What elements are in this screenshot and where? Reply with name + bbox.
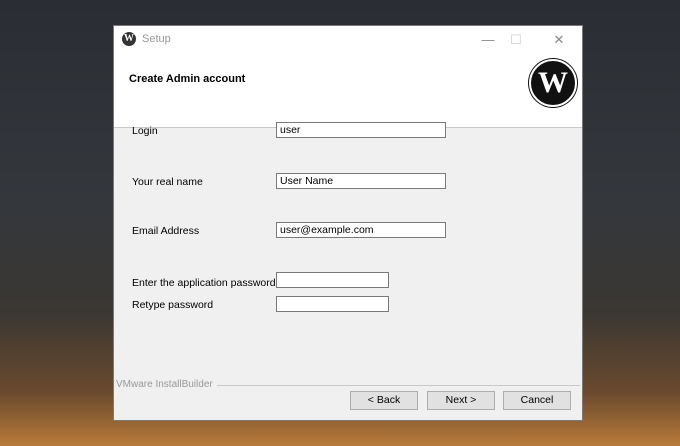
password-input[interactable] xyxy=(276,272,389,288)
cancel-button[interactable]: Cancel xyxy=(503,391,571,410)
close-button[interactable]: ✕ xyxy=(540,26,578,53)
setup-window: W Setup — ☐ ✕ Create Admin account W Log… xyxy=(113,25,583,421)
installer-brand: VMware InstallBuilder xyxy=(116,379,217,390)
login-label: Login xyxy=(132,125,158,137)
password-label: Enter the application password xyxy=(132,277,276,289)
title-bar[interactable]: W Setup — ☐ ✕ xyxy=(114,26,582,53)
login-input[interactable] xyxy=(276,122,446,138)
window-title: Setup xyxy=(142,33,171,45)
page-title: Create Admin account xyxy=(129,73,246,85)
page-header: Create Admin account W xyxy=(114,53,582,128)
email-label: Email Address xyxy=(132,225,200,237)
real-name-label: Your real name xyxy=(132,176,203,188)
back-button[interactable]: < Back xyxy=(350,391,418,410)
retype-password-input[interactable] xyxy=(276,296,389,312)
email-input[interactable] xyxy=(276,222,446,238)
real-name-input[interactable] xyxy=(276,173,446,189)
next-button[interactable]: Next > xyxy=(427,391,495,410)
retype-password-label: Retype password xyxy=(132,299,214,311)
wordpress-icon: W xyxy=(122,32,136,46)
wordpress-logo-icon: W xyxy=(529,59,577,107)
maximize-button[interactable]: ☐ xyxy=(497,26,535,53)
